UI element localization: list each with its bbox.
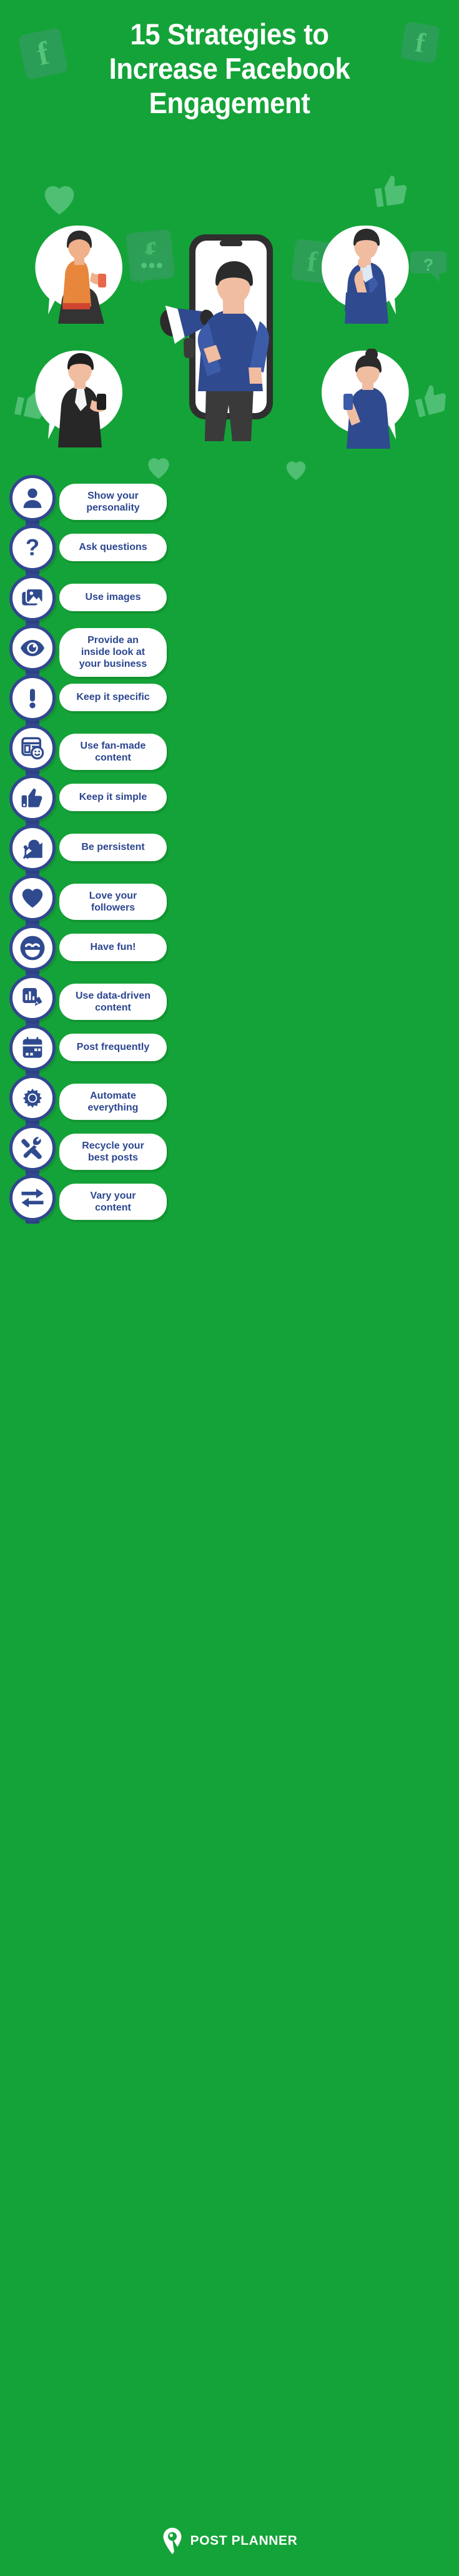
badge-post-smiley-icon[interactable]	[9, 725, 56, 771]
location-pin-icon	[163, 2527, 182, 2555]
strategy-label[interactable]: Vary your content	[59, 1184, 167, 1221]
strategy-label[interactable]: Post frequently	[59, 1034, 167, 1061]
swap-arrows-icon	[21, 1188, 44, 1208]
list-item[interactable]: Show your personality	[0, 475, 459, 525]
list-item[interactable]: Love your followers	[0, 875, 459, 925]
avatar	[35, 350, 122, 447]
tools-icon	[21, 1137, 42, 1159]
images-icon	[22, 587, 44, 606]
strategy-label[interactable]: Keep it simple	[59, 784, 167, 811]
post-smiley-icon	[21, 737, 44, 760]
badge-swap-arrows-icon[interactable]	[9, 1175, 56, 1221]
badge-calendar-icon[interactable]	[9, 1025, 56, 1071]
list-item[interactable]: Automate everything	[0, 1075, 459, 1125]
strategy-timeline: Show your personality ? Ask questions Us	[0, 475, 459, 1225]
strategy-label[interactable]: Automate everything	[59, 1084, 167, 1121]
gear-icon	[22, 1088, 42, 1108]
list-item[interactable]: Vary your content	[0, 1175, 459, 1225]
list-item[interactable]: Keep it simple	[0, 775, 459, 825]
title-line-1: 15 Strategies to	[130, 17, 329, 51]
badge-eye-icon[interactable]	[9, 625, 56, 671]
badge-heart-icon[interactable]	[9, 875, 56, 921]
avatar	[322, 225, 409, 324]
infographic-canvas: f f f f ? 15 Strategies to Increase Face…	[0, 0, 459, 2576]
calendar-icon	[22, 1037, 42, 1058]
badge-boulder-push-icon[interactable]	[9, 825, 56, 871]
strategy-label[interactable]: Use fan-made content	[59, 734, 167, 771]
svg-text:?: ?	[26, 536, 39, 561]
badge-exclamation-icon[interactable]	[9, 675, 56, 721]
strategy-label[interactable]: Have fun!	[59, 934, 167, 961]
badge-gear-icon[interactable]	[9, 1075, 56, 1121]
list-item[interactable]: Provide an inside look at your business	[0, 625, 459, 677]
list-item[interactable]: Use data-driven content	[0, 975, 459, 1025]
chart-pen-icon	[22, 988, 42, 1006]
eye-icon	[21, 640, 44, 656]
list-item[interactable]: Post frequently	[0, 1025, 459, 1075]
title-line-2: Increase Facebook	[109, 51, 350, 85]
badge-user-icon[interactable]	[9, 475, 56, 521]
heart-icon	[22, 889, 43, 908]
footer-brand: POST PLANNER	[0, 2527, 459, 2555]
list-item[interactable]: Use fan-made content	[0, 725, 459, 775]
header-illustration	[0, 175, 459, 475]
strategy-label[interactable]: Love your followers	[59, 884, 167, 921]
list-item[interactable]: Recycle your best posts	[0, 1125, 459, 1175]
badge-chart-pen-icon[interactable]	[9, 975, 56, 1021]
question-icon: ?	[26, 536, 39, 561]
list-item[interactable]: Use images	[0, 575, 459, 625]
list-item[interactable]: Have fun!	[0, 925, 459, 975]
avatar	[35, 225, 122, 324]
avatar	[322, 349, 409, 449]
exclamation-icon	[29, 689, 36, 709]
badge-thumbs-up-icon[interactable]	[9, 775, 56, 821]
brand-name: POST PLANNER	[190, 2534, 298, 2548]
list-item[interactable]: Keep it specific	[0, 675, 459, 725]
badge-question-icon[interactable]: ?	[9, 525, 56, 571]
user-icon	[23, 488, 42, 508]
boulder-push-icon	[22, 839, 42, 859]
man-with-megaphone	[160, 261, 269, 441]
strategy-label[interactable]: Be persistent	[59, 834, 167, 861]
header-section: f f f f ? 15 Strategies to Increase Face…	[0, 0, 459, 481]
strategy-label[interactable]: Show your personality	[59, 484, 167, 521]
smiley-icon	[20, 936, 45, 961]
strategy-label[interactable]: Keep it specific	[59, 684, 167, 711]
list-item[interactable]: ? Ask questions	[0, 525, 459, 575]
strategy-label[interactable]: Use data-driven content	[59, 984, 167, 1021]
badge-tools-icon[interactable]	[9, 1125, 56, 1171]
strategy-label[interactable]: Recycle your best posts	[59, 1134, 167, 1171]
page-title: 15 Strategies to Increase Facebook Engag…	[16, 17, 443, 121]
title-line-3: Engagement	[149, 86, 310, 119]
thumbs-up-icon	[21, 788, 42, 807]
list-item[interactable]: Be persistent	[0, 825, 459, 875]
strategy-label[interactable]: Use images	[59, 584, 167, 611]
badge-smiley-icon[interactable]	[9, 925, 56, 971]
strategy-label[interactable]: Provide an inside look at your business	[59, 628, 167, 677]
strategy-label[interactable]: Ask questions	[59, 534, 167, 561]
badge-images-icon[interactable]	[9, 575, 56, 621]
